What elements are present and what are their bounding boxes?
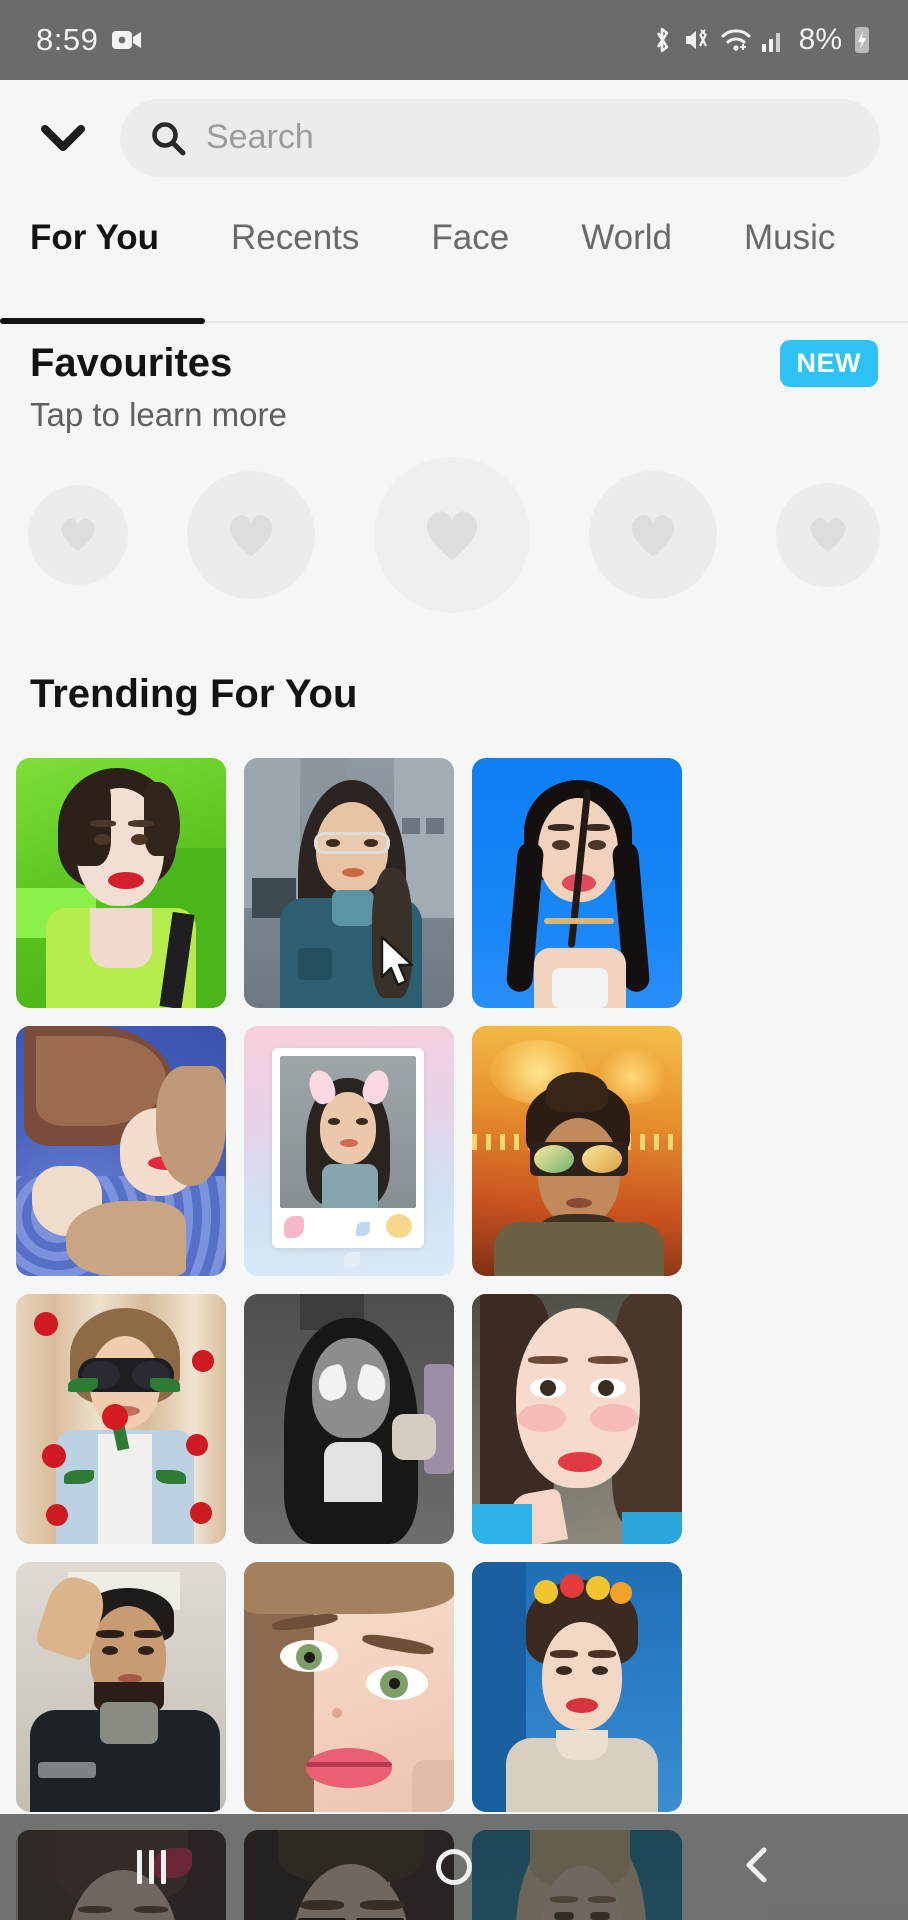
lens-thumbnail-red-roses-overlay[interactable] xyxy=(16,1294,226,1544)
wifi-icon xyxy=(721,27,751,53)
favourite-placeholder-1[interactable] xyxy=(28,485,128,585)
tab-face[interactable]: Face xyxy=(431,196,509,258)
lens-thumbnail-blue-braids-portrait[interactable] xyxy=(472,758,682,1008)
favourites-text-block: Favourites Tap to learn more xyxy=(30,340,287,434)
status-bar: 8:59 8% xyxy=(0,0,908,80)
lens-thumbnail-pink-makeup-blue-top[interactable] xyxy=(472,1294,682,1544)
search-input[interactable]: Search xyxy=(120,98,880,177)
heart-icon xyxy=(625,508,681,563)
tab-for-you[interactable]: For You xyxy=(30,196,159,258)
lens-thumbnail-blue-rug-portrait[interactable] xyxy=(16,1026,226,1276)
battery-percent-label: 8% xyxy=(798,23,842,56)
status-bar-right: 8% xyxy=(651,23,872,57)
tab-recents[interactable]: Recents xyxy=(231,196,359,258)
battery-charging-icon xyxy=(852,25,872,55)
home-button[interactable] xyxy=(399,1814,509,1920)
cellular-signal-icon xyxy=(761,27,785,53)
favourites-header[interactable]: Favourites Tap to learn more NEW xyxy=(0,340,908,434)
favourites-subtitle: Tap to learn more xyxy=(30,396,287,433)
trending-grid xyxy=(16,758,892,1920)
app-root: 8:59 8% Search For You Recents Face Worl… xyxy=(0,0,908,1920)
recents-icon xyxy=(136,1850,166,1884)
new-badge: NEW xyxy=(779,340,878,387)
back-button[interactable] xyxy=(702,1814,812,1920)
search-icon xyxy=(150,120,186,156)
mouse-pointer-icon xyxy=(378,935,418,991)
trending-title: Trending For You xyxy=(30,672,358,716)
lens-thumbnail-city-denim-portrait[interactable] xyxy=(244,758,454,1008)
favourites-title: Favourites xyxy=(30,341,233,385)
favourite-placeholder-4[interactable] xyxy=(589,471,717,599)
active-tab-indicator xyxy=(0,318,205,324)
bluetooth-icon xyxy=(651,25,673,55)
status-bar-left: 8:59 xyxy=(36,22,142,58)
android-nav-bar xyxy=(0,1814,908,1920)
recents-button[interactable] xyxy=(96,1814,206,1920)
status-bar-clock: 8:59 xyxy=(36,22,99,57)
back-chevron-icon xyxy=(740,1845,774,1890)
favourites-section: Favourites Tap to learn more NEW xyxy=(0,340,908,613)
lens-thumbnail-green-eyes-closeup[interactable] xyxy=(244,1562,454,1812)
favourites-placeholder-row xyxy=(0,445,908,625)
lens-thumbnail-pastel-polaroid-frame[interactable] xyxy=(244,1026,454,1276)
favourite-placeholder-3[interactable] xyxy=(374,457,530,613)
heart-icon xyxy=(56,513,100,557)
tab-music[interactable]: Music xyxy=(744,196,835,258)
heart-icon xyxy=(805,512,851,558)
search-row: Search xyxy=(0,80,908,195)
lens-thumbnail-neon-green-portrait[interactable] xyxy=(16,758,226,1008)
lens-thumbnail-emoji-crown-blue[interactable] xyxy=(472,1562,682,1812)
lens-thumbnail-man-black-hoodie[interactable] xyxy=(16,1562,226,1812)
mute-icon xyxy=(683,26,711,54)
heart-icon xyxy=(223,508,279,563)
category-tabs: For You Recents Face World Music xyxy=(0,196,908,322)
heart-icon xyxy=(419,503,485,567)
tab-world[interactable]: World xyxy=(581,196,672,258)
favourite-placeholder-2[interactable] xyxy=(187,471,315,599)
chevron-down-icon[interactable] xyxy=(28,103,98,173)
lens-thumbnail-golden-sunset-sunglasses[interactable] xyxy=(472,1026,682,1276)
video-recording-icon xyxy=(112,29,142,51)
favourite-placeholder-5[interactable] xyxy=(776,483,880,587)
lens-thumbnail-spider-mask-bw[interactable] xyxy=(244,1294,454,1544)
home-circle-icon xyxy=(435,1849,472,1885)
search-placeholder: Search xyxy=(206,118,314,156)
